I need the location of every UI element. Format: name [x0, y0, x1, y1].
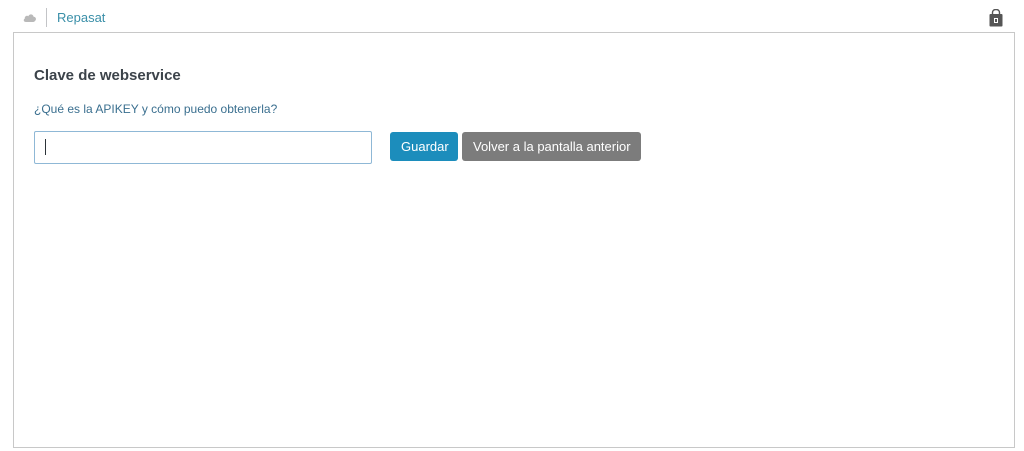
topbar-divider [46, 8, 47, 27]
cloud-logo-icon [23, 14, 36, 22]
page-title: Clave de webservice [34, 67, 181, 84]
webservice-panel: Clave de webservice ¿Qué es la APIKEY y … [13, 32, 1015, 448]
apikey-help-link[interactable]: ¿Qué es la APIKEY y cómo puedo obtenerla… [34, 102, 277, 117]
save-button[interactable]: Guardar [390, 132, 458, 161]
shopping-bag-icon[interactable] [988, 9, 1004, 27]
apikey-input[interactable] [34, 131, 372, 164]
app-title-link[interactable]: Repasat [57, 10, 105, 26]
text-caret [45, 139, 46, 155]
top-bar: Repasat [0, 0, 1024, 32]
back-button[interactable]: Volver a la pantalla anterior [462, 132, 641, 161]
